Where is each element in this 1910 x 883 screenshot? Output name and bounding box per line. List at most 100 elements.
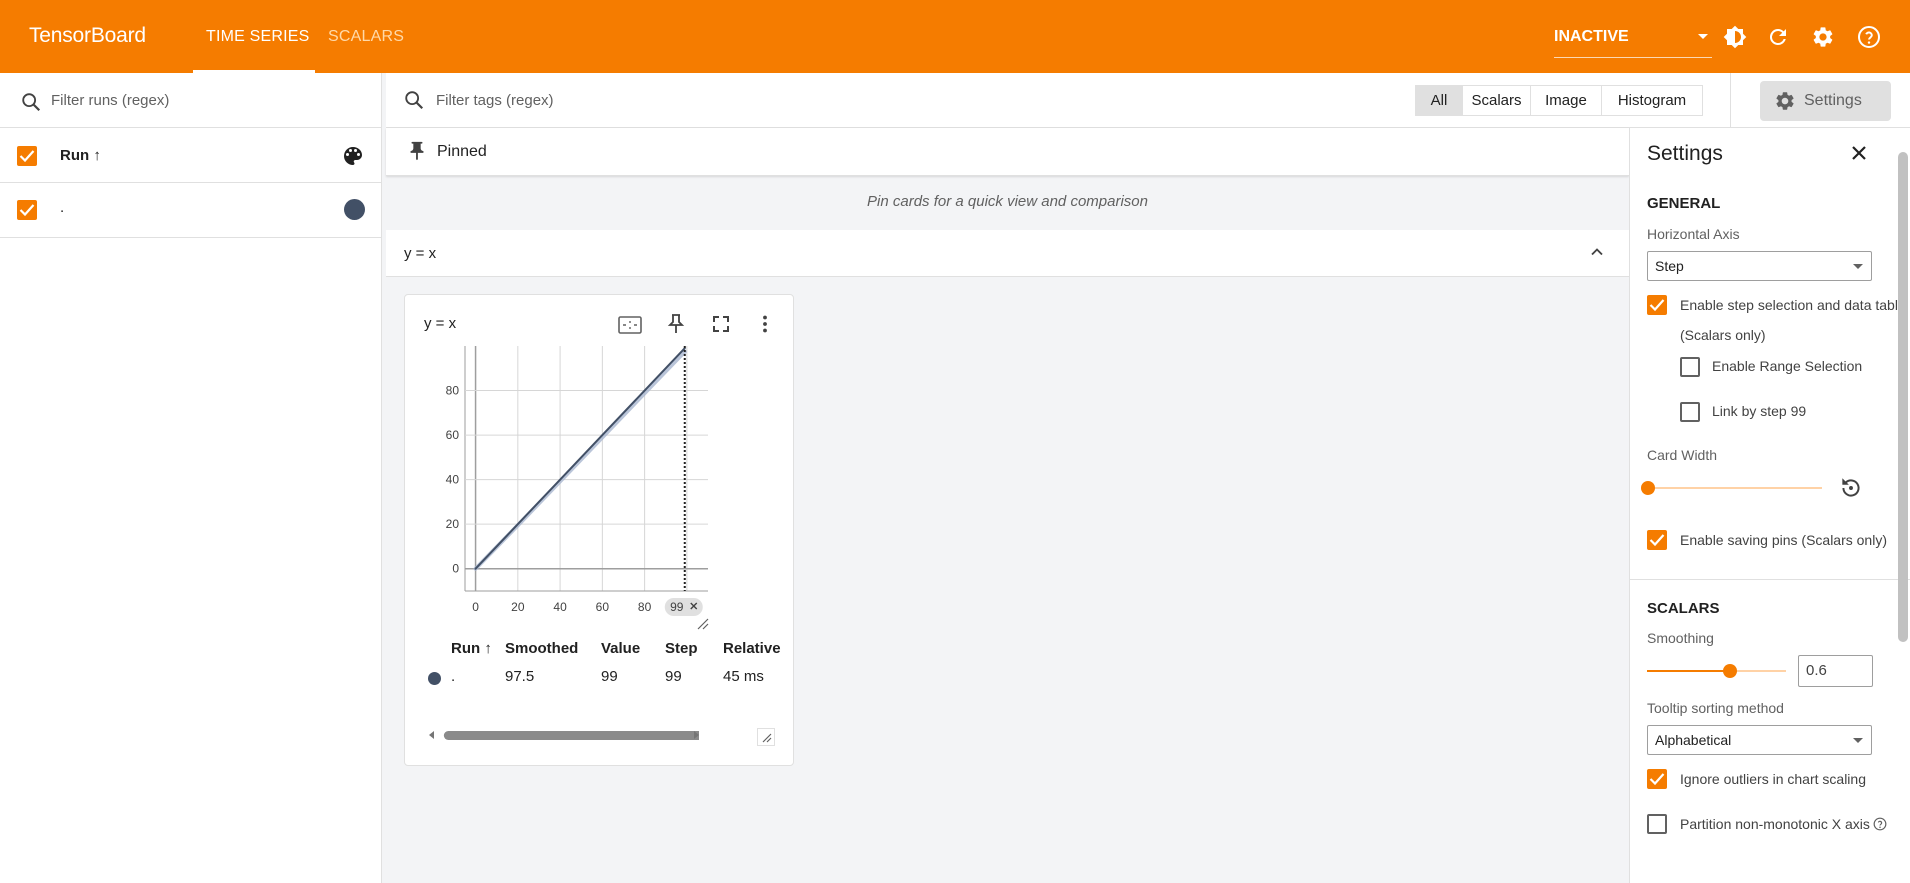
search-icon	[22, 93, 41, 112]
chevron-up-icon[interactable]	[1587, 242, 1607, 262]
x-tick-label: 60	[596, 600, 610, 614]
link-by-step-label: Link by step 99	[1712, 403, 1807, 419]
settings-button[interactable]: Settings	[1760, 81, 1891, 121]
step-marker-label: 99	[670, 600, 684, 614]
table-header-relative[interactable]: Relative	[723, 640, 781, 657]
enable-range-selection-label: Enable Range Selection	[1712, 358, 1863, 374]
card-width-slider-thumb[interactable]	[1641, 481, 1655, 495]
resize-handle-icon[interactable]	[697, 618, 709, 630]
link-by-step-checkbox[interactable]	[1680, 402, 1700, 422]
tooltip-sort-select[interactable]: Alphabetical	[1647, 725, 1872, 755]
table-cell-value: 99	[601, 668, 618, 685]
partition-non-monotonic-label: Partition non-monotonic X axis	[1680, 816, 1870, 832]
smoothing-track-fill	[1647, 670, 1730, 672]
enable-saving-pins-checkbox[interactable]	[1647, 530, 1667, 550]
y-tick-label: 60	[446, 428, 460, 442]
fullscreen-icon[interactable]	[709, 312, 733, 336]
reset-icon[interactable]	[1838, 475, 1864, 501]
select-all-runs-checkbox[interactable]	[17, 146, 37, 166]
tab-scalars[interactable]: SCALARS	[328, 28, 404, 46]
pinned-section-header: Pinned	[386, 128, 1629, 176]
settings-title: Settings	[1647, 142, 1723, 165]
card-width-label: Card Width	[1647, 447, 1718, 463]
help-icon[interactable]	[1873, 817, 1887, 831]
type-filter-scalars[interactable]: Scalars	[1462, 85, 1531, 116]
runs-header-row: Run ↑	[0, 128, 382, 183]
tab-time-series[interactable]: TIME SERIES	[206, 28, 310, 46]
tag-filter-bar: Filter tags (regex) All Scalars Image Hi…	[386, 73, 1910, 128]
runs-filter-bar[interactable]: Filter runs (regex)	[0, 73, 381, 128]
search-icon	[405, 91, 424, 110]
x-tick-label: 20	[511, 600, 525, 614]
status-label: INACTIVE	[1554, 28, 1629, 45]
list-item: .	[0, 183, 382, 238]
settings-button-label: Settings	[1804, 92, 1862, 109]
resize-handle-icon[interactable]	[757, 728, 775, 746]
enable-saving-pins-label: Enable saving pins (Scalars only)	[1680, 532, 1887, 548]
palette-icon[interactable]	[341, 144, 365, 168]
vertical-scrollbar[interactable]	[1898, 152, 1908, 642]
ignore-outliers-checkbox[interactable]	[1647, 769, 1667, 789]
theme-toggle-icon[interactable]	[1723, 25, 1747, 49]
general-heading: GENERAL	[1647, 195, 1721, 212]
type-filter-image[interactable]: Image	[1530, 85, 1602, 116]
smoothing-input[interactable]: 0.6	[1798, 655, 1873, 687]
y-tick-label: 0	[452, 562, 459, 576]
horizontal-axis-label: Horizontal Axis	[1647, 226, 1740, 242]
run-color-swatch[interactable]	[344, 199, 365, 220]
table-cell-smoothed: 97.5	[505, 668, 535, 685]
help-icon[interactable]	[1857, 25, 1881, 49]
status-dropdown[interactable]: INACTIVE	[1554, 28, 1712, 58]
table-cell-relative: 45 ms	[723, 668, 764, 685]
tooltip-sort-value: Alphabetical	[1655, 732, 1732, 748]
scalars-only-note: (Scalars only)	[1680, 327, 1766, 343]
gear-icon[interactable]	[1811, 25, 1835, 49]
run-name: .	[60, 199, 65, 216]
runs-filter-input[interactable]: Filter runs (regex)	[51, 92, 169, 109]
card-title: y = x	[424, 315, 457, 332]
fit-domain-icon[interactable]	[617, 312, 643, 338]
type-filter-all[interactable]: All	[1415, 85, 1463, 116]
run-checkbox[interactable]	[17, 200, 37, 220]
divider	[1730, 73, 1731, 128]
chevron-down-icon	[1853, 264, 1863, 269]
close-icon[interactable]	[1847, 141, 1871, 165]
table-cell-run: .	[451, 668, 456, 685]
smoothing-label: Smoothing	[1647, 630, 1714, 646]
x-tick-label: 80	[638, 600, 652, 614]
line-chart[interactable]: 0 20 40 60 80 0 20 40 60 80 99	[405, 341, 794, 631]
ignore-outliers-label: Ignore outliers in chart scaling	[1680, 771, 1866, 787]
gear-icon	[1776, 92, 1794, 110]
table-header-smoothed[interactable]: Smoothed	[505, 640, 578, 657]
table-header-step[interactable]: Step	[665, 640, 698, 657]
table-header-value[interactable]: Value	[601, 640, 640, 657]
partition-non-monotonic-checkbox[interactable]	[1647, 814, 1667, 834]
top-app-bar: TensorBoard TIME SERIES SCALARS INACTIVE	[0, 0, 1910, 73]
table-header-run[interactable]: Run ↑	[451, 640, 492, 657]
x-tick-label: 0	[472, 600, 479, 614]
scalars-heading: SCALARS	[1647, 600, 1720, 617]
series-line-smoothed	[474, 347, 686, 570]
smoothing-slider-thumb[interactable]	[1723, 664, 1737, 678]
tag-filter-input[interactable]: Filter tags (regex)	[436, 92, 554, 109]
enable-range-selection-checkbox[interactable]	[1680, 357, 1700, 377]
pin-icon[interactable]	[664, 312, 688, 336]
scalar-card: y = x 0 20 40 60 80 0 20 40 60 80 99 Run ↑ Smoothe…	[404, 294, 794, 766]
pinned-empty-hint: Pin cards for a quick view and compariso…	[867, 193, 1148, 210]
card-group-header[interactable]: y = x	[386, 230, 1629, 277]
enable-step-selection-checkbox[interactable]	[1647, 295, 1667, 315]
horizontal-axis-select[interactable]: Step	[1647, 251, 1872, 281]
refresh-icon[interactable]	[1766, 25, 1790, 49]
horizontal-scrollbar[interactable]	[429, 728, 699, 742]
table-cell-step: 99	[665, 668, 682, 685]
pin-icon	[410, 141, 424, 161]
run-column-header[interactable]: Run ↑	[60, 147, 101, 164]
type-filter-histogram[interactable]: Histogram	[1601, 85, 1703, 116]
run-color-swatch	[428, 672, 441, 685]
y-tick-label: 80	[446, 384, 460, 398]
more-vert-icon[interactable]	[753, 312, 777, 336]
app-brand: TensorBoard	[29, 24, 146, 47]
group-title: y = x	[404, 245, 437, 262]
card-width-track[interactable]	[1647, 487, 1822, 489]
settings-panel: Settings GENERAL Horizontal Axis Step En…	[1629, 128, 1910, 883]
